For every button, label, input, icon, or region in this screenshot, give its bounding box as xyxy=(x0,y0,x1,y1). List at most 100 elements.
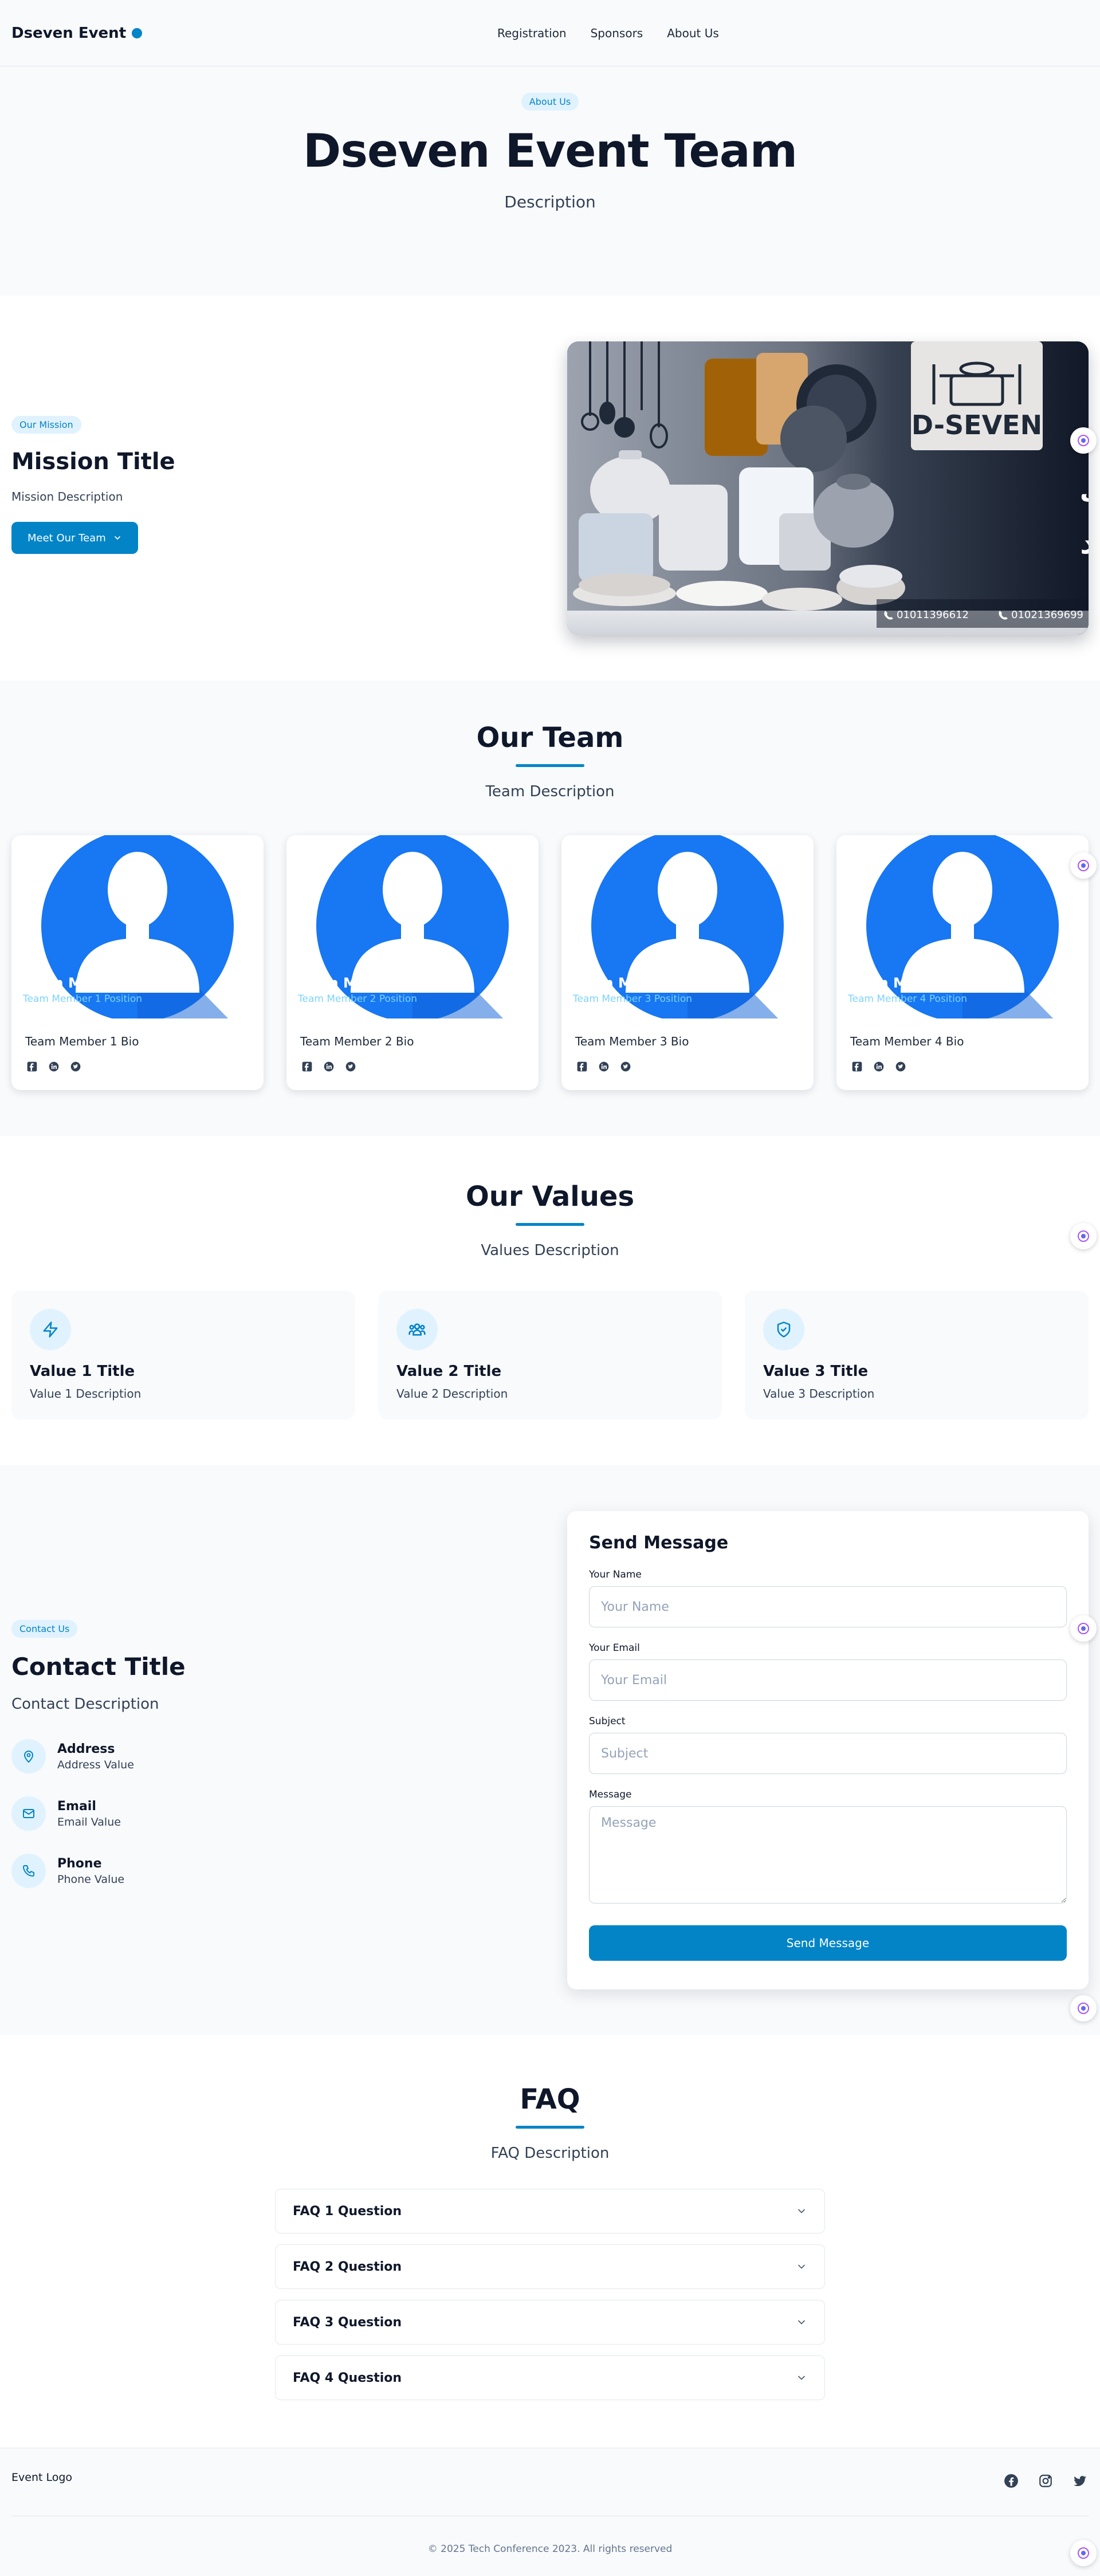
name-field[interactable] xyxy=(589,1586,1067,1627)
name-label: Your Name xyxy=(589,1569,642,1580)
floating-widget-icon[interactable] xyxy=(1070,2540,1097,2566)
faq-item[interactable]: FAQ 2 Question xyxy=(275,2244,825,2289)
avatar-placeholder-icon xyxy=(591,835,784,1018)
twitter-icon[interactable] xyxy=(1071,2472,1089,2490)
contact-section: Contact Us Contact Title Contact Descrip… xyxy=(0,1465,1100,2035)
value-card: Value 3 Title Value 3 Description xyxy=(745,1291,1089,1419)
form-title: Send Message xyxy=(589,1533,729,1553)
faq-question: FAQ 2 Question xyxy=(293,2259,402,2274)
instagram-icon[interactable] xyxy=(1037,2472,1054,2490)
meet-our-team-button[interactable]: Meet Our Team xyxy=(11,522,138,554)
value-card: Value 1 Title Value 1 Description xyxy=(11,1291,355,1419)
linkedin-icon[interactable] xyxy=(872,1060,886,1073)
team-member-bio: Team Member 4 Bio xyxy=(850,1035,964,1048)
values-title: Our Values xyxy=(465,1181,635,1213)
twitter-icon[interactable] xyxy=(619,1060,632,1073)
team-member-name: Team Member 2 xyxy=(298,975,421,991)
value-description: Value 2 Description xyxy=(396,1387,508,1401)
contact-description: Contact Description xyxy=(11,1696,159,1713)
linkedin-icon[interactable] xyxy=(47,1060,61,1073)
team-member-position: Team Member 1 Position xyxy=(23,993,143,1005)
contact-item-value: Address Value xyxy=(57,1758,134,1771)
floating-widget-icon[interactable] xyxy=(1070,1995,1097,2022)
contact-form: Send Message Your Name Your Email Subjec… xyxy=(567,1511,1089,1989)
email-label: Your Email xyxy=(589,1642,640,1654)
image-phone-2: 01021369699 xyxy=(1011,609,1083,621)
site-footer: Event Logo © 2025 Tech Conference 2023. … xyxy=(0,2448,1100,2576)
location-pin-icon xyxy=(11,1739,46,1773)
floating-widget-icon[interactable] xyxy=(1070,427,1097,454)
facebook-icon[interactable] xyxy=(1003,2472,1020,2490)
faq-question: FAQ 3 Question xyxy=(293,2315,402,2330)
mail-icon xyxy=(11,1796,46,1831)
team-card: Team Member 1 Team Member 1 Position Tea… xyxy=(11,835,264,1090)
lightning-icon xyxy=(30,1309,71,1350)
team-card: Team Member 4 Team Member 4 Position Tea… xyxy=(836,835,1089,1090)
team-card: Team Member 2 Team Member 2 Position Tea… xyxy=(286,835,539,1090)
avatar-placeholder-icon xyxy=(316,835,509,1018)
faq-item[interactable]: FAQ 4 Question xyxy=(275,2355,825,2400)
chevron-down-icon xyxy=(114,536,120,540)
facebook-icon[interactable] xyxy=(300,1060,314,1073)
mission-description: Mission Description xyxy=(11,490,123,504)
linkedin-icon[interactable] xyxy=(597,1060,611,1073)
contact-item-value: Email Value xyxy=(57,1815,121,1828)
team-member-social xyxy=(300,1060,358,1073)
faq-question: FAQ 1 Question xyxy=(293,2204,402,2219)
nav-registration[interactable]: Registration xyxy=(497,26,567,40)
faq-description: FAQ Description xyxy=(490,2145,610,2162)
subject-label: Subject xyxy=(589,1716,626,1727)
floating-widget-icon[interactable] xyxy=(1070,1223,1097,1249)
facebook-icon[interactable] xyxy=(575,1060,589,1073)
mission-title: Mission Title xyxy=(11,449,175,475)
faq-item[interactable]: FAQ 3 Question xyxy=(275,2300,825,2345)
main-nav: Registration Sponsors About Us xyxy=(497,0,719,66)
twitter-icon[interactable] xyxy=(894,1060,907,1073)
footer-logo-alt: Event Logo xyxy=(11,2471,73,2484)
meet-our-team-label: Meet Our Team xyxy=(28,532,106,544)
team-section: Our Team Team Description Team Member 1 … xyxy=(0,681,1100,1136)
subject-field[interactable] xyxy=(589,1733,1067,1774)
contact-item-label: Address xyxy=(57,1741,115,1756)
page-title: Dseven Event Team xyxy=(302,124,798,178)
values-description: Values Description xyxy=(481,1242,619,1259)
value-description: Value 1 Description xyxy=(30,1387,142,1401)
footer-logo[interactable]: Event Logo xyxy=(11,2471,72,2484)
contact-title: Contact Title xyxy=(11,1653,186,1681)
faq-list: FAQ 1 Question FAQ 2 Question FAQ 3 Ques… xyxy=(275,2189,825,2411)
faq-title: FAQ xyxy=(520,2083,580,2115)
image-phone-1: 01011396612 xyxy=(897,609,969,621)
team-member-position: Team Member 4 Position xyxy=(848,993,968,1005)
twitter-icon[interactable] xyxy=(69,1060,82,1073)
value-card: Value 2 Title Value 2 Description xyxy=(378,1291,722,1419)
contact-item-label: Phone xyxy=(57,1856,102,1871)
twitter-icon[interactable] xyxy=(344,1060,358,1073)
send-message-button[interactable]: Send Message xyxy=(589,1925,1067,1961)
team-grid: Team Member 1 Team Member 1 Position Tea… xyxy=(11,835,1089,1090)
facebook-icon[interactable] xyxy=(25,1060,39,1073)
contact-phone: Phone Phone Value xyxy=(11,1854,355,1888)
team-member-name: Team Member 1 xyxy=(23,975,146,991)
team-member-name: Team Member 3 xyxy=(573,975,696,991)
title-underline xyxy=(516,764,584,767)
nav-sponsors[interactable]: Sponsors xyxy=(591,26,643,40)
floating-widget-icon[interactable] xyxy=(1070,852,1097,879)
avatar-placeholder-icon xyxy=(866,835,1059,1018)
team-member-social xyxy=(850,1060,907,1073)
message-field[interactable] xyxy=(589,1806,1067,1904)
nav-about-us[interactable]: About Us xyxy=(667,26,719,40)
facebook-icon[interactable] xyxy=(850,1060,864,1073)
team-title: Our Team xyxy=(476,722,624,754)
team-description: Team Description xyxy=(485,783,615,800)
linkedin-icon[interactable] xyxy=(322,1060,336,1073)
team-member-bio: Team Member 1 Bio xyxy=(25,1035,139,1048)
value-title: Value 2 Title xyxy=(396,1363,502,1380)
contact-item-value: Phone Value xyxy=(57,1873,125,1886)
contact-badge: Contact Us xyxy=(11,1620,78,1638)
site-logo[interactable]: Dseven Event xyxy=(11,25,143,42)
value-description: Value 3 Description xyxy=(763,1387,875,1401)
floating-widget-icon[interactable] xyxy=(1070,1615,1097,1642)
logo-dot xyxy=(132,27,143,38)
faq-item[interactable]: FAQ 1 Question xyxy=(275,2189,825,2233)
email-field[interactable] xyxy=(589,1659,1067,1701)
